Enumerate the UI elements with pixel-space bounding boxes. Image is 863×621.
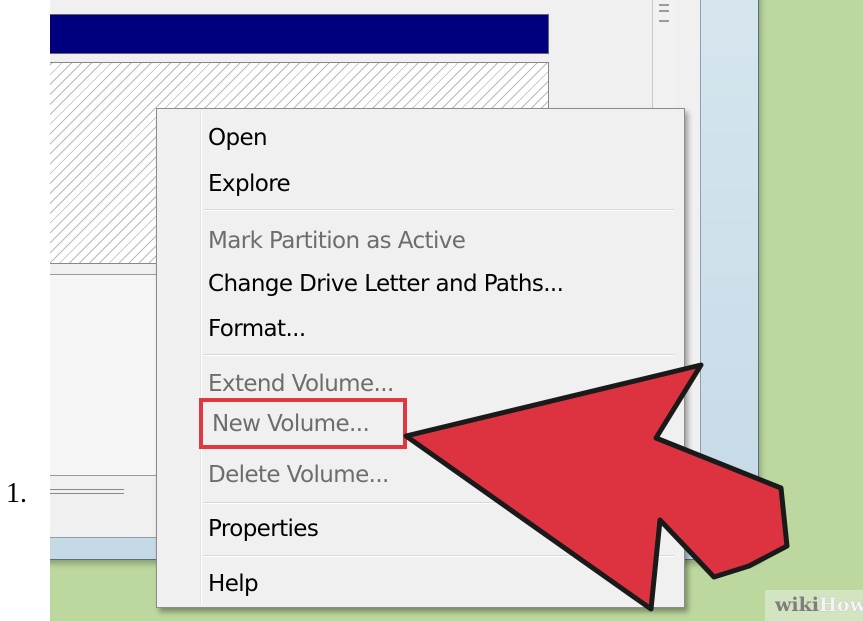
watermark-how-text: How	[818, 594, 863, 616]
list-number: 1.	[6, 478, 27, 509]
watermark-wiki-text: wiki	[775, 594, 819, 616]
big-red-arrow-icon	[403, 362, 790, 612]
screenshot-photo: Open Explore Mark Partition as Active Ch…	[50, 0, 863, 621]
wikihow-watermark: wikiHow	[765, 590, 863, 621]
